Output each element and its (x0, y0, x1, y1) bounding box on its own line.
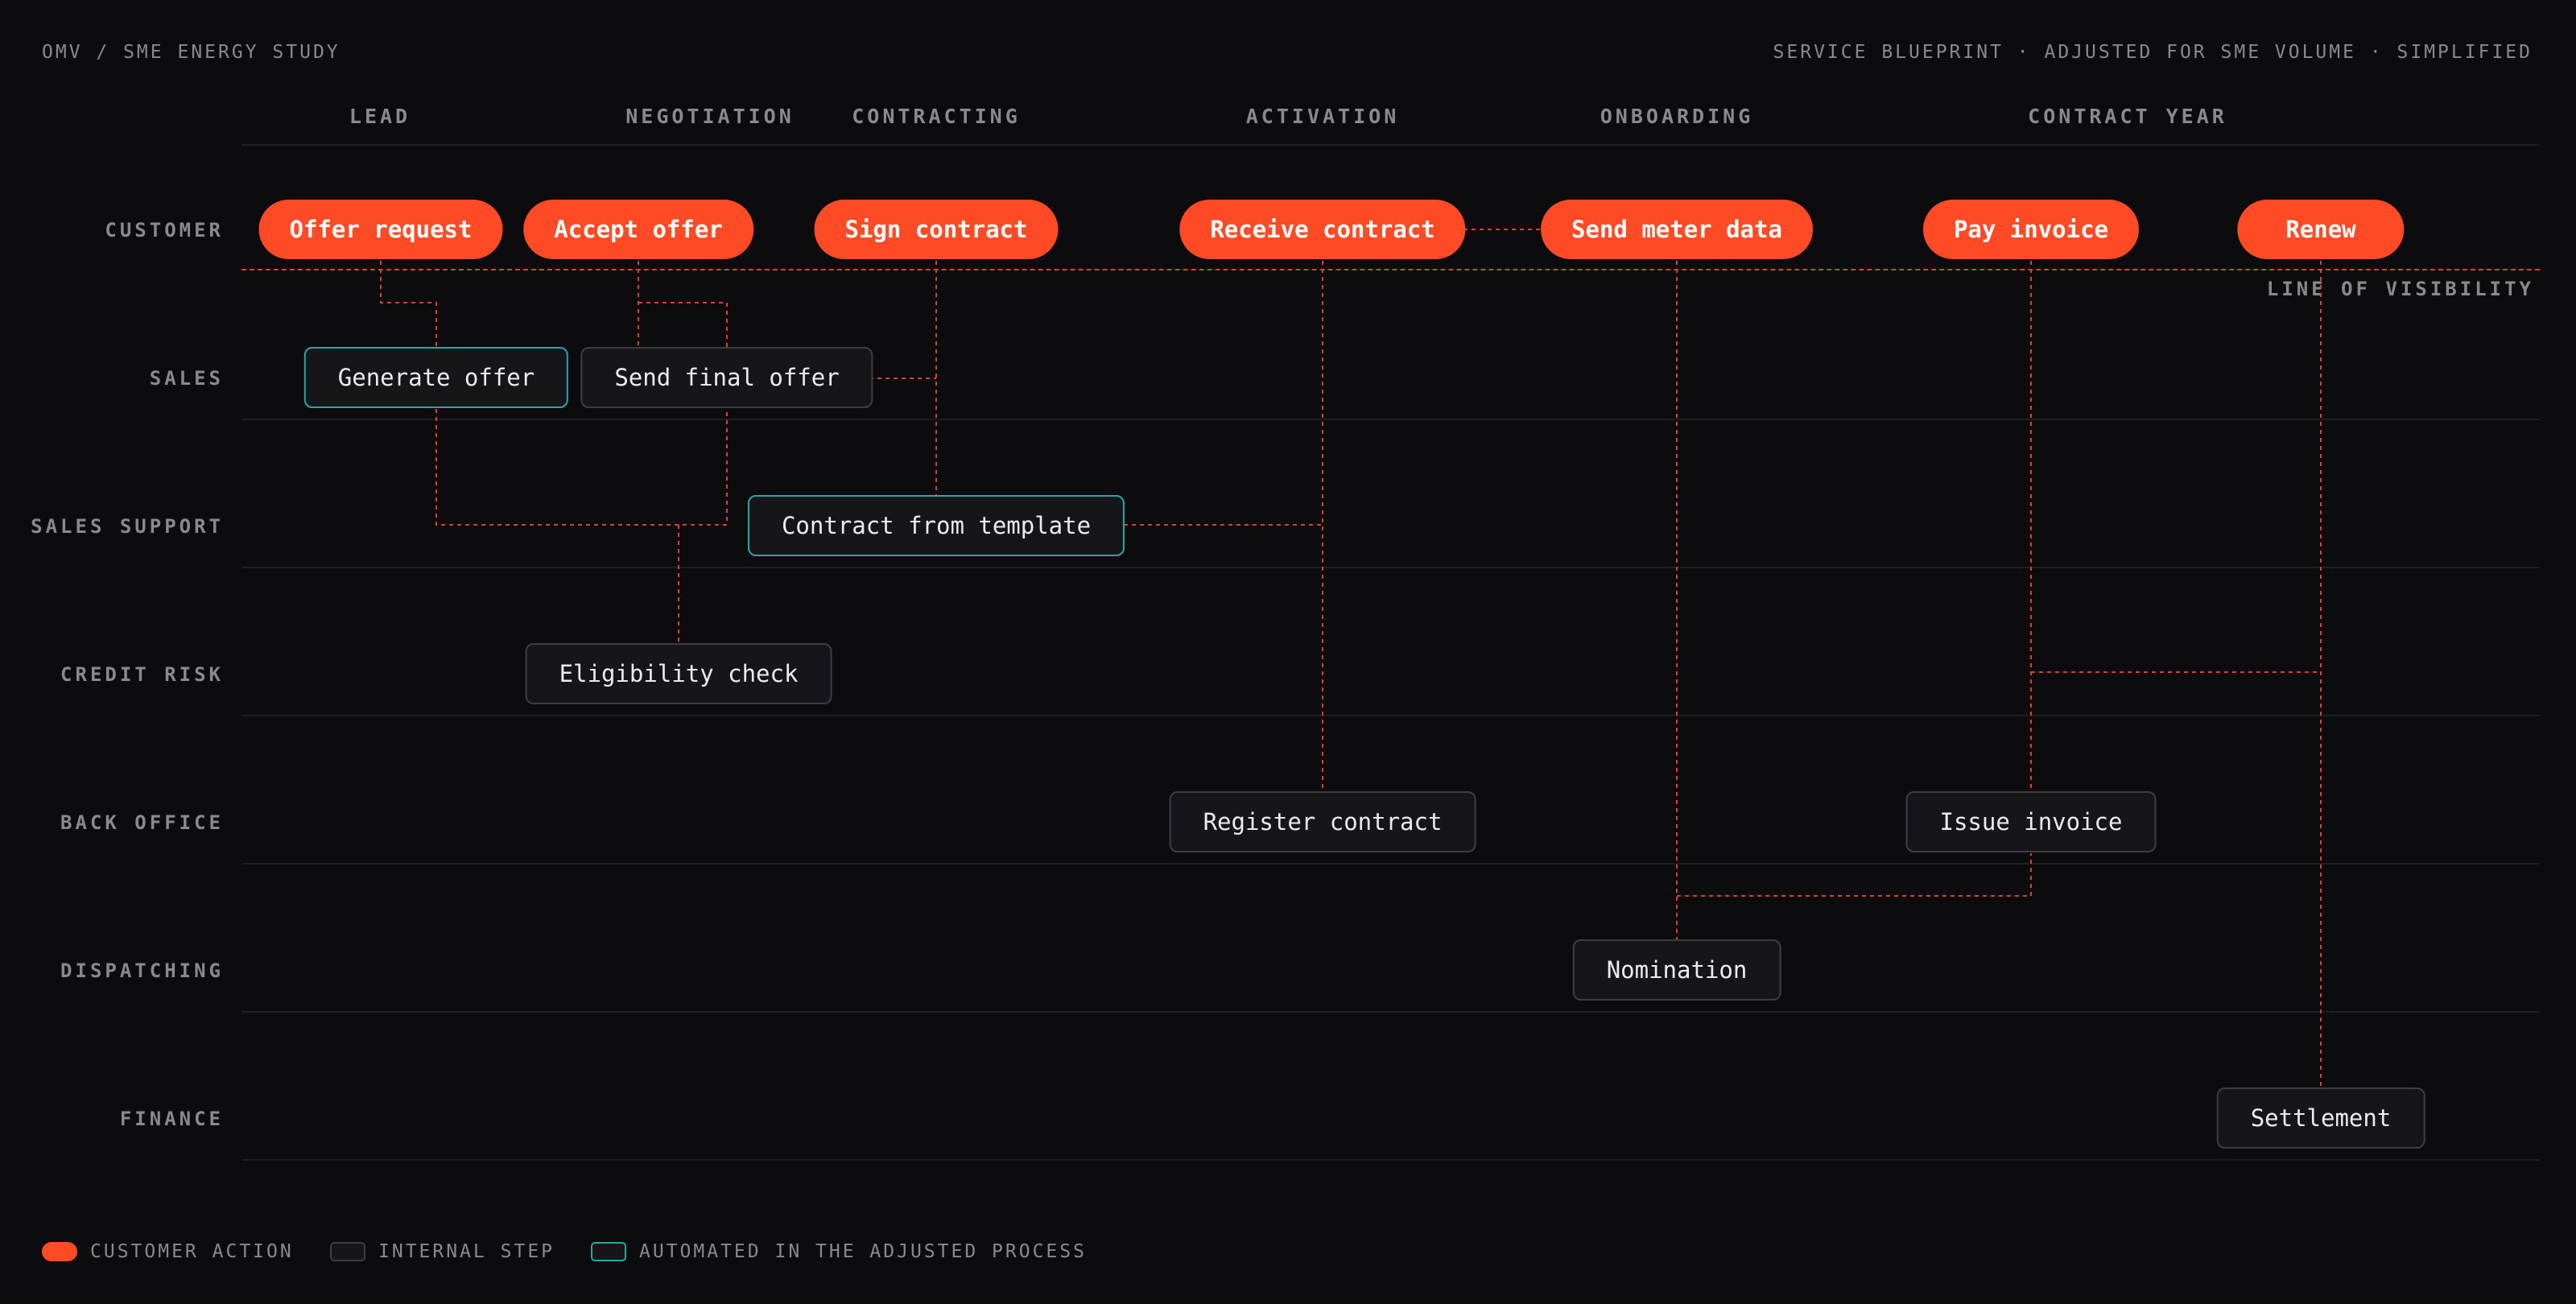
connector (436, 409, 728, 526)
connector (1677, 853, 2032, 897)
step-renew[interactable]: Renew (2237, 200, 2405, 259)
step-send-meter-data[interactable]: Send meter data (1541, 200, 1813, 259)
legend-label: CUSTOMER ACTION (90, 1241, 294, 1262)
step-register-contract[interactable]: Register contract (1169, 791, 1476, 852)
step-receive-contract[interactable]: Receive contract (1179, 200, 1466, 259)
legend-internal-step: INTERNAL STEP (330, 1240, 555, 1263)
step-generate-offer[interactable]: Generate offer (303, 347, 569, 408)
connector (638, 302, 728, 348)
step-settlement[interactable]: Settlement (2216, 1087, 2425, 1149)
legend-label: AUTOMATED IN THE ADJUSTED PROCESS (639, 1241, 1087, 1262)
legend-swatch-automated (591, 1242, 626, 1261)
legend-automated: AUTOMATED IN THE ADJUSTED PROCESS (591, 1240, 1087, 1263)
step-sign-contract[interactable]: Sign contract (814, 200, 1059, 259)
step-eligibility-check[interactable]: Eligibility check (525, 643, 832, 704)
step-nomination[interactable]: Nomination (1572, 939, 1781, 1001)
legend-label: INTERNAL STEP (378, 1241, 555, 1262)
connector-lines (380, 229, 2322, 1088)
step-contract-from-template[interactable]: Contract from template (747, 495, 1125, 556)
step-pay-invoice[interactable]: Pay invoice (1922, 200, 2140, 259)
legend-swatch-internal (330, 1242, 365, 1261)
step-offer-request[interactable]: Offer request (258, 200, 503, 259)
legend-customer-action: CUSTOMER ACTION (42, 1240, 294, 1263)
connector (380, 261, 437, 348)
step-accept-offer[interactable]: Accept offer (523, 200, 753, 259)
step-issue-invoice[interactable]: Issue invoice (1905, 791, 2157, 852)
step-send-final-offer[interactable]: Send final offer (580, 347, 873, 408)
legend-swatch-customer (42, 1242, 77, 1261)
